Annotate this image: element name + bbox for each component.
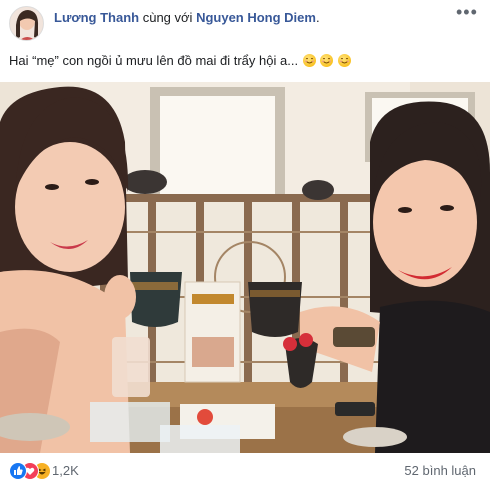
tagged-user-link[interactable]: Nguyen Hong Diem <box>196 10 316 25</box>
post-title-line: Lương Thanh cùng với Nguyen Hong Diem. <box>54 10 320 26</box>
smiling-face-emoji-icon <box>337 54 351 67</box>
author-name-link[interactable]: Lương Thanh <box>54 10 139 25</box>
tagged-suffix: . <box>315 10 320 25</box>
like-reaction-icon <box>9 462 27 480</box>
author-avatar[interactable] <box>9 6 44 41</box>
post-photo[interactable] <box>0 82 490 453</box>
reaction-count-link[interactable]: 1,2K <box>52 463 79 478</box>
post-header: Lương Thanh cùng với Nguyen Hong Diem. •… <box>0 0 490 46</box>
smiling-face-emoji-icon <box>302 54 316 67</box>
post-footer: 1,2K 52 bình luận <box>0 453 490 489</box>
more-options-button[interactable]: ••• <box>456 3 477 21</box>
post-caption: Hai “mẹ” con ngồi ủ mưu lên đồ mai đi tr… <box>9 52 351 70</box>
caption-text: Hai “mẹ” con ngồi ủ mưu lên đồ mai đi tr… <box>9 53 299 68</box>
smiling-face-emoji-icon <box>320 54 334 67</box>
with-text: cùng với <box>142 10 193 25</box>
comment-count-link[interactable]: 52 bình luận <box>404 463 476 478</box>
